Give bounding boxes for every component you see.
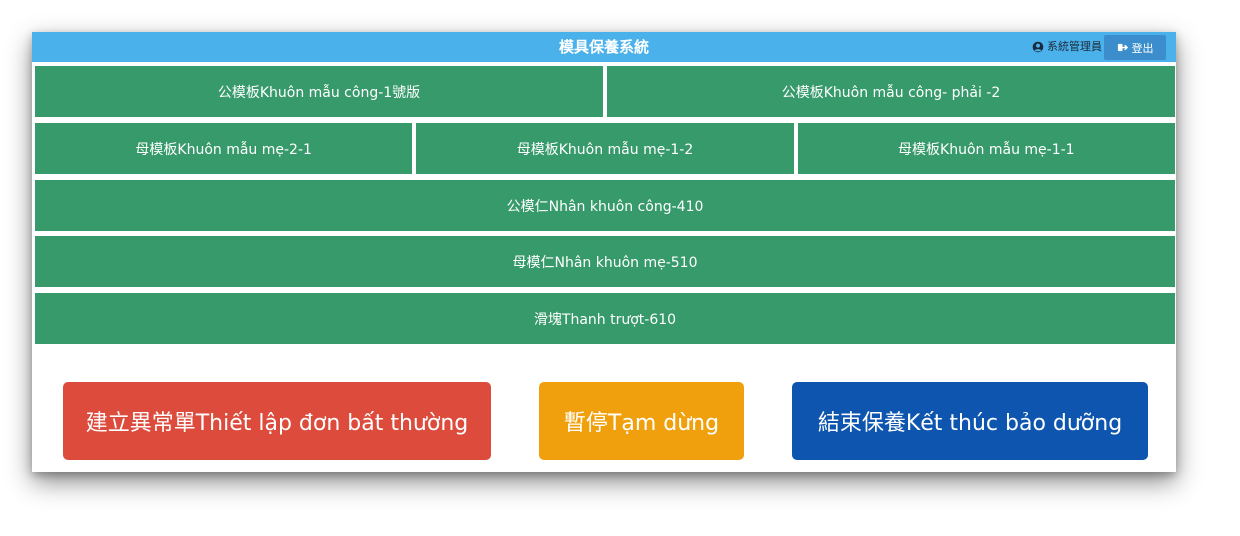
parts-row-2: 母模板Khuôn mẫu mẹ-2-1 母模板Khuôn mẫu mẹ-1-2 … [35,123,1175,174]
top-bar: 模具保養系統 系統管理員 登出 [32,32,1176,62]
part-button-male-plate-2[interactable]: 公模板Khuôn mẫu công- phải -2 [607,66,1175,117]
logout-button[interactable]: 登出 [1104,35,1166,60]
app-title: 模具保養系統 [558,38,649,56]
parts-row-1: 公模板Khuôn mẫu công-1號版 公模板Khuôn mẫu công-… [35,66,1175,117]
parts-row-5: 滑塊Thanh trượt-610 [35,293,1175,344]
part-button-female-plate-1-2[interactable]: 母模板Khuôn mẫu mẹ-1-2 [416,123,794,174]
finish-maintenance-button[interactable]: 結束保養Kết thúc bảo dưỡng [792,382,1148,460]
part-button-female-plate-1-1[interactable]: 母模板Khuôn mẫu mẹ-1-1 [797,123,1175,174]
logout-label: 登出 [1131,41,1154,55]
pause-button[interactable]: 暫停Tạm dừng [539,382,744,460]
app-window: 模具保養系統 系統管理員 登出 公模板Khuôn mẫu công-1號版 公模… [32,32,1176,472]
user-info[interactable]: 系統管理員 [1032,32,1102,62]
part-button-female-core-510[interactable]: 母模仁Nhân khuôn mẹ-510 [35,236,1175,287]
create-exception-button[interactable]: 建立異常單Thiết lập đơn bất thường [63,382,491,460]
user-name: 系統管理員 [1047,40,1102,53]
action-bar: 建立異常單Thiết lập đơn bất thường 暫停Tạm dừng… [32,382,1176,462]
parts-row-4: 母模仁Nhân khuôn mẹ-510 [35,236,1175,287]
parts-row-3: 公模仁Nhân khuôn công-410 [35,180,1175,231]
part-button-male-plate-1[interactable]: 公模板Khuôn mẫu công-1號版 [35,66,603,117]
part-button-slider-610[interactable]: 滑塊Thanh trượt-610 [35,293,1175,344]
part-button-male-core-410[interactable]: 公模仁Nhân khuôn công-410 [35,180,1175,231]
user-circle-icon [1032,41,1044,53]
sign-out-icon [1117,43,1128,52]
part-button-female-plate-2-1[interactable]: 母模板Khuôn mẫu mẹ-2-1 [35,123,413,174]
